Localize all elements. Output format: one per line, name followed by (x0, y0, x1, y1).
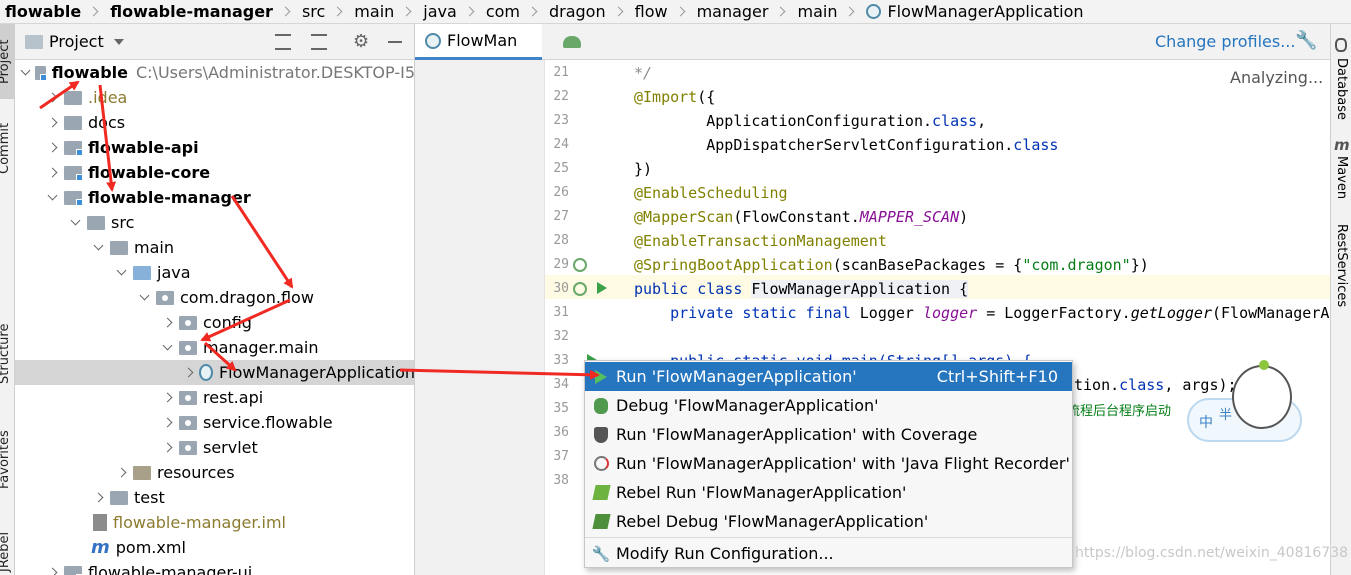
arrow-manager-to-package (230, 195, 294, 289)
arrow-to-flowable (39, 80, 80, 110)
watermark: https://blog.csdn.net/weixin_40816738 (1075, 545, 1349, 561)
arrow-flowable-to-manager (98, 84, 117, 192)
arrow-to-run-menu (399, 368, 600, 380)
arrow-to-application-class (203, 341, 237, 372)
annotation-arrows (39, 80, 600, 380)
arrow-package-to-manager-main (200, 298, 291, 342)
